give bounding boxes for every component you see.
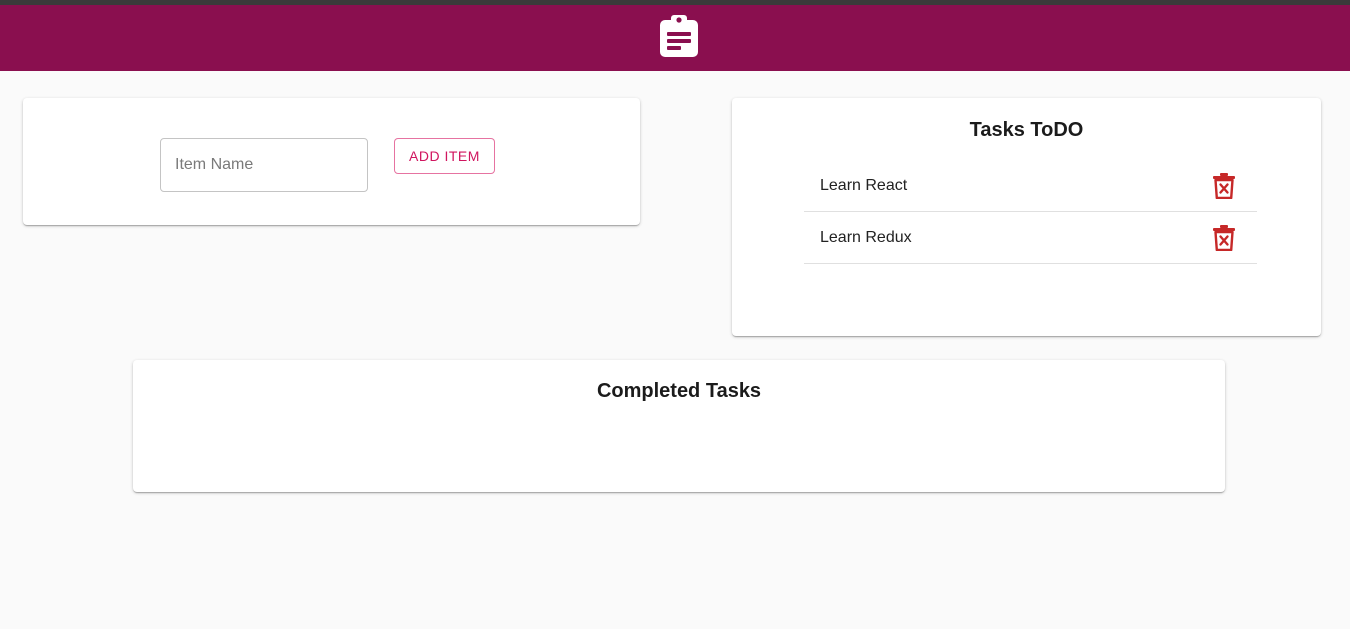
completed-title: Completed Tasks — [596, 380, 762, 402]
add-item-button[interactable]: ADD ITEM — [394, 138, 495, 174]
todo-card: Tasks ToDO Learn React Learn Redux — [732, 98, 1321, 336]
app-bar — [0, 5, 1350, 71]
list-item[interactable]: Learn React — [804, 160, 1257, 212]
add-item-card: ADD ITEM — [23, 98, 640, 225]
trash-x-icon[interactable] — [1212, 225, 1236, 251]
item-name-input[interactable] — [160, 138, 368, 192]
task-label: Learn React — [820, 177, 908, 194]
task-label: Learn Redux — [820, 229, 912, 246]
todo-list: Learn React Learn Redux — [804, 160, 1257, 264]
list-item[interactable]: Learn Redux — [804, 212, 1257, 264]
todo-title: Tasks ToDO — [969, 119, 1084, 141]
trash-x-icon[interactable] — [1212, 173, 1236, 199]
completed-tasks-card: Completed Tasks — [133, 360, 1225, 492]
clipboard-list-icon — [660, 15, 698, 57]
